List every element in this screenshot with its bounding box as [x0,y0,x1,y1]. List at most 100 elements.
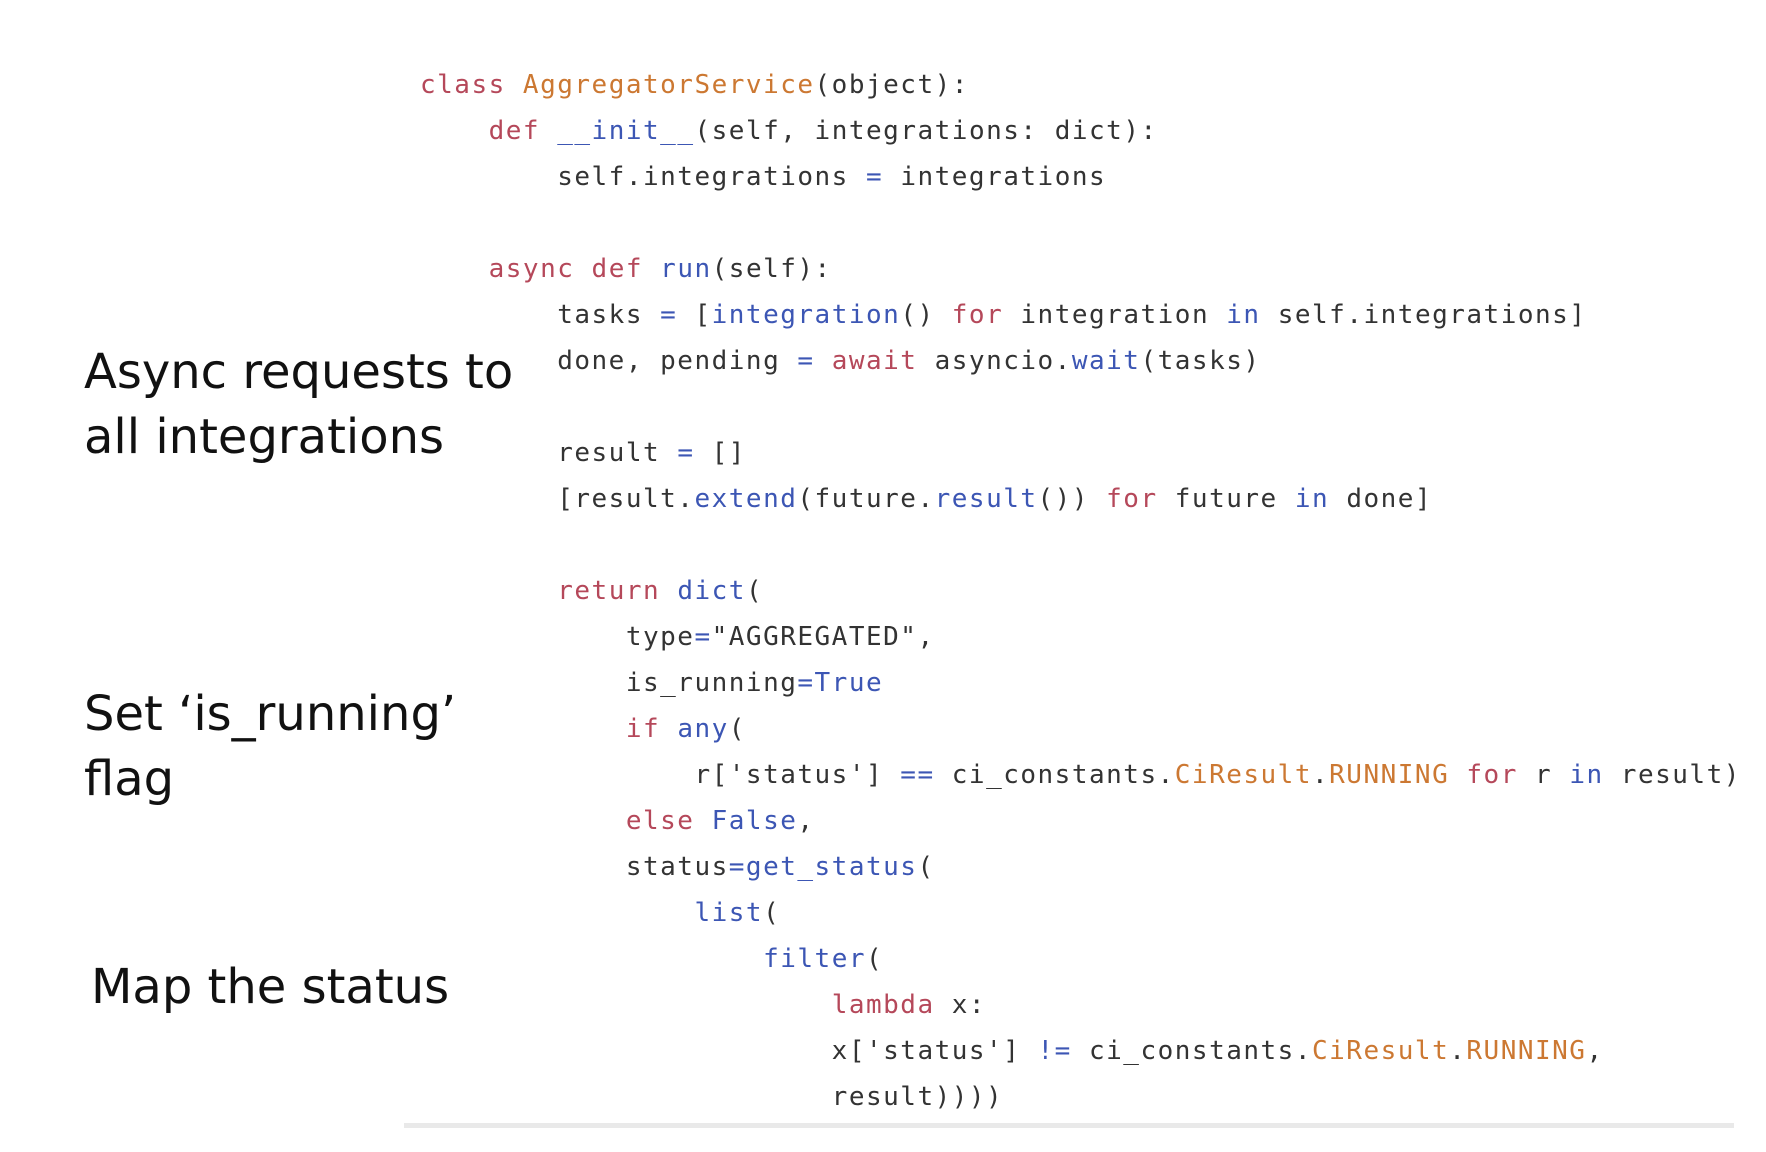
code-token: wait [1071,346,1141,376]
code-token: CiResult [1312,1036,1450,1066]
code-token: x: [951,990,987,1020]
code-line: filter( [420,936,1741,982]
code-token: = [677,438,712,468]
code-token: any [677,714,729,744]
code-token: ci_constants. [951,760,1175,790]
code-line: result = [] [420,430,1741,476]
code-token: is_running [420,668,798,698]
code-divider [404,1123,1734,1128]
code-token: integration [711,300,901,330]
annotation-is-running-line-1: Set ‘is_running’ [84,686,457,742]
code-token: self.integrations [420,162,866,192]
annotation-is-running-line-2: flag [84,751,175,807]
code-token: RUNNING [1466,1036,1587,1066]
code-token: , [797,806,815,836]
code-token: ci_constants. [1089,1036,1312,1066]
code-token: r['status'] [420,760,901,790]
code-token: integration [1020,300,1227,330]
code-token: (self): [711,254,832,284]
code-token: ( [866,944,884,974]
code-token: status [420,852,729,882]
code-token: . [1312,760,1330,790]
code-token: = [694,622,712,652]
code-token: ()) [1037,484,1107,514]
code-token: asyncio. [934,346,1072,376]
code-token: run [660,254,712,284]
code-token: filter [763,944,866,974]
code-token: = [866,162,901,192]
code-token: def [591,254,661,284]
code-token: CiResult [1174,760,1312,790]
code-token: future [1174,484,1295,514]
code-token: AggregatorService [522,70,815,100]
code-token: =get_status [728,852,918,882]
code-token: await [831,346,935,376]
code-line: type="AGGREGATED", [420,614,1741,660]
code-token: list [694,898,764,928]
code-token: () [900,300,952,330]
code-token: (future. [797,484,935,514]
code-line: list( [420,890,1741,936]
code-token: result) [1620,760,1741,790]
code-token: [ [694,300,712,330]
code-line: x['status'] != ci_constants.CiResult.RUN… [420,1028,1741,1074]
code-token: =True [797,668,884,698]
code-token: False [711,806,798,836]
code-token: ( [728,714,746,744]
code-line: result)))) [420,1074,1741,1120]
code-line: async def run(self): [420,246,1741,292]
code-line: self.integrations = integrations [420,154,1741,200]
code-block: class AggregatorService(object): def __i… [420,62,1741,1120]
code-line: lambda x: [420,982,1741,1028]
code-token: class [420,70,523,100]
code-token: = [660,300,695,330]
code-token: RUNNING [1329,760,1467,790]
code-line: if any( [420,706,1741,752]
annotation-map-status: Map the status [91,955,449,1020]
code-token: if [625,714,678,744]
code-token: = [797,346,832,376]
code-token: else [625,806,712,836]
code-line: done, pending = await asyncio.wait(tasks… [420,338,1741,384]
code-token: ( [763,898,781,928]
code-token: async [488,254,592,284]
code-token: done, pending [420,346,798,376]
code-token: == [900,760,952,790]
code-token: . [1449,1036,1467,1066]
code-token: != [1037,1036,1089,1066]
code-line: def __init__(self, integrations: dict): [420,108,1741,154]
code-token: for [1466,760,1536,790]
code-token: x['status'] [420,1036,1038,1066]
code-token: integrations [900,162,1107,192]
code-line: status=get_status( [420,844,1741,890]
code-token: result)))) [420,1082,1004,1112]
annotation-map-status-line-1: Map the status [91,959,450,1015]
code-token: ( [917,852,935,882]
code-token: result [934,484,1038,514]
code-token: [result. [420,484,695,514]
code-token: done] [1346,484,1433,514]
code-line: else False, [420,798,1741,844]
code-token: type [420,622,695,652]
code-token: __init__ [557,116,695,146]
code-token: ( [745,576,764,606]
code-token: r [1535,760,1570,790]
code-token: lambda [831,990,952,1020]
code-token: [] [711,438,746,468]
code-token: (object): [814,70,969,100]
code-token: in [1294,484,1347,514]
code-token: (tasks) [1140,346,1261,376]
code-line: class AggregatorService(object): [420,62,1741,108]
annotation-is-running: Set ‘is_running’ flag [84,682,456,812]
code-line: is_running=True [420,660,1741,706]
code-line: return dict( [420,568,1741,614]
code-token: (self, integrations: dict): [694,116,1158,146]
